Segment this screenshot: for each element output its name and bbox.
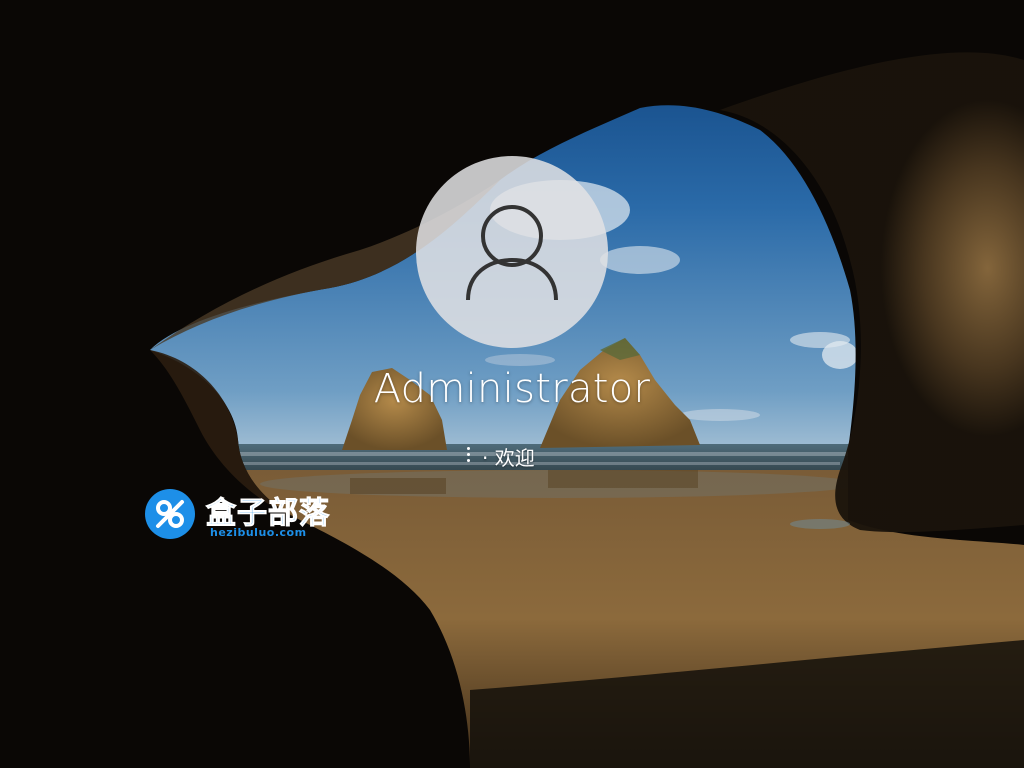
loading-dots-icon	[462, 443, 474, 469]
watermark: 盒子部落 hezibuluo.com	[144, 488, 330, 544]
user-name: Administrator	[373, 366, 651, 412]
user-avatar[interactable]	[416, 156, 608, 348]
welcome-status-text: · 欢迎	[482, 445, 535, 470]
status-row: · 欢迎	[462, 442, 535, 470]
watermark-url: hezibuluo.com	[210, 526, 307, 539]
hezibuluo-logo-icon	[145, 489, 195, 539]
user-silhouette-icon	[466, 205, 558, 301]
